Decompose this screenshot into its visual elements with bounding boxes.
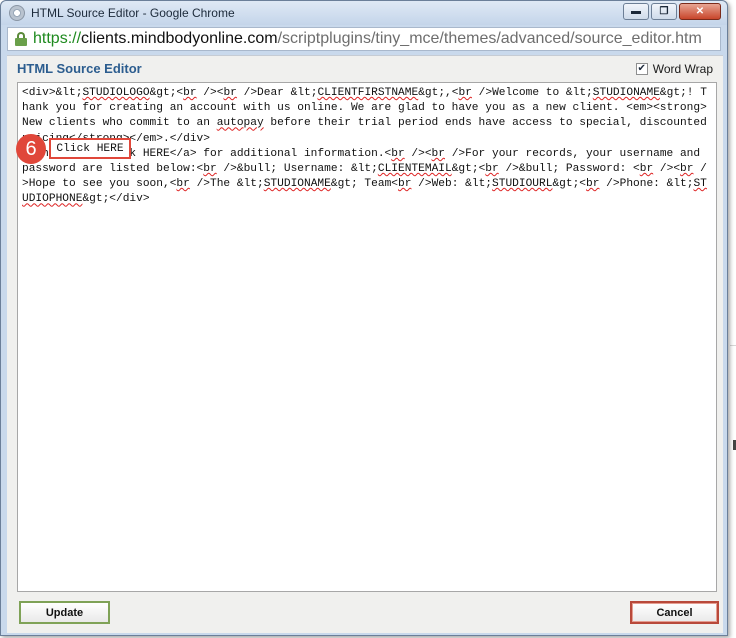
spellcheck-flagged-word: STUDIONAME [263,178,331,191]
highlighted-link-callout: Click HERE [49,138,131,159]
background-divider [730,345,736,346]
spellcheck-flagged-word: br [458,87,472,99]
source-text-segment: &gt; Team< [330,178,398,191]
source-text-segment: />Web: &lt; [411,178,493,191]
address-bar[interactable]: https://clients.mindbodyonline.com/scrip… [7,27,721,51]
spellcheck-flagged-word: br [203,163,217,176]
window-controls: ▬ ❐ ✕ [623,3,721,20]
source-text-segment: />Phone: &lt; [599,178,694,191]
word-wrap-checkbox[interactable]: ✔ [635,63,648,75]
source-text-segment: />Dear &lt; [236,87,318,99]
source-text-segment: />< [653,163,681,176]
spellcheck-flagged-word: br [586,178,600,191]
spellcheck-flagged-word: br [398,178,412,191]
source-text-segment: &gt;,< [418,87,459,99]
source-text-segment: />&bull; Username: &lt; [216,163,378,176]
spellcheck-flagged-word: CLIENTFIRSTNAME [317,87,419,99]
spellcheck-flagged-word: STUDIOURL [492,178,553,191]
editor-title: HTML Source Editor [17,61,142,76]
source-text-segment: />Welcome to &lt; [471,87,593,99]
cancel-button[interactable]: Cancel [630,601,719,624]
chrome-icon [9,5,25,21]
spellcheck-flagged-word: autopay [216,117,264,130]
word-wrap-toggle[interactable]: ✔ Word Wrap [635,62,713,76]
spellcheck-flagged-word: CLIENTEMAIL [377,163,452,176]
spellcheck-flagged-word: STUDIONAME [592,87,660,99]
spellcheck-flagged-word: br [431,147,445,160]
source-text-segment: &gt;</div> [82,193,150,206]
spellcheck-flagged-word: br [391,147,405,160]
spellcheck-flagged-word: br [176,178,190,191]
close-icon: ✕ [695,6,705,17]
step-number-badge: 6 [16,134,46,164]
source-text-segment: <div>&lt; [22,87,83,99]
source-text-segment: />The &lt; [189,178,264,191]
lock-icon [15,32,27,46]
checkmark-icon: ✔ [637,63,646,74]
spellcheck-flagged-word: STUDIOLOGO [82,87,150,99]
source-text-segment: &gt;< [552,178,587,191]
url-host: clients.mindbodyonline.com [81,30,278,47]
source-text-segment: />< [196,87,224,99]
word-wrap-label: Word Wrap [652,62,713,76]
url-path: /scriptplugins/tiny_mce/themes/advanced/… [277,30,702,47]
title-bar[interactable]: HTML Source Editor - Google Chrome ▬ ❐ ✕ [1,1,727,25]
maximize-icon: ❐ [659,6,669,17]
source-text-segment: &gt;< [149,87,184,99]
spellcheck-flagged-word: br [183,87,197,99]
url-scheme: https:// [33,30,82,47]
close-button[interactable]: ✕ [679,3,721,20]
minimize-icon: ▬ [631,6,641,17]
maximize-button[interactable]: ❐ [651,3,677,20]
spellcheck-flagged-word: br [639,163,654,176]
spellcheck-flagged-word: br [680,163,694,176]
source-text-segment: />&bull; Password: < [498,163,640,176]
source-text-segment: &gt;< [451,163,486,176]
window-title: HTML Source Editor - Google Chrome [31,6,235,20]
source-text-segment: />< [404,147,432,160]
spellcheck-flagged-word: br [223,87,237,99]
spellcheck-flagged-word: br [485,163,499,176]
popup-window: HTML Source Editor - Google Chrome ▬ ❐ ✕… [0,0,728,636]
minimize-button[interactable]: ▬ [623,3,649,20]
update-button[interactable]: Update [19,601,110,624]
